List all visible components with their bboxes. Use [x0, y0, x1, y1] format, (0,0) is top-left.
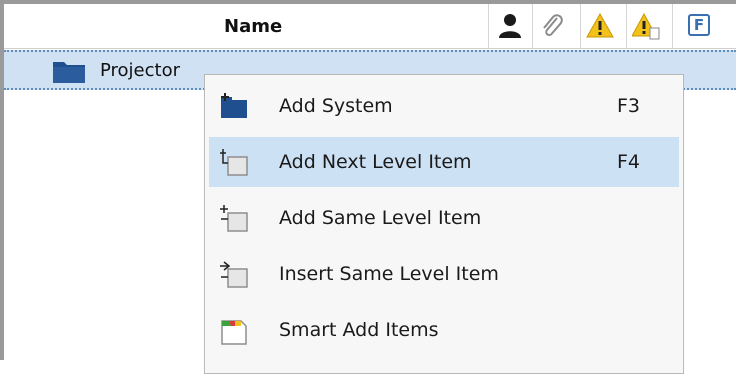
header-divider — [580, 4, 581, 48]
paperclip-icon[interactable] — [538, 12, 566, 40]
context-menu: Add System F3 Add Next Level Item F4 Add… — [204, 74, 684, 374]
menu-item-label: Smart Add Items — [279, 319, 439, 341]
menu-item-label: Add Next Level Item — [279, 151, 472, 173]
menu-item-smart-add-items[interactable]: Smart Add Items — [209, 305, 679, 355]
warning-icon[interactable] — [586, 12, 614, 40]
column-header: Name F — [4, 4, 736, 49]
menu-item-label: Insert Same Level Item — [279, 263, 499, 285]
menu-item-shortcut: F4 — [617, 151, 641, 173]
user-icon[interactable] — [496, 12, 524, 40]
header-divider — [626, 4, 627, 48]
menu-item-insert-same-level-item[interactable]: Insert Same Level Item — [209, 249, 679, 299]
header-divider — [672, 4, 673, 48]
add-same-level-icon — [220, 205, 248, 232]
header-divider — [532, 4, 533, 48]
menu-item-shortcut: F3 — [617, 95, 641, 117]
folder-icon — [53, 62, 85, 83]
smart-add-icon — [221, 320, 247, 345]
warning-document-icon[interactable] — [632, 12, 660, 40]
insert-same-level-icon — [220, 261, 248, 288]
add-system-icon — [221, 93, 247, 118]
menu-item-label: Add Same Level Item — [279, 207, 482, 229]
header-divider — [488, 4, 489, 48]
menu-item-label: Add System — [279, 95, 393, 117]
tree-item-label: Projector — [100, 60, 180, 81]
f-column-button[interactable]: F — [688, 14, 710, 36]
menu-item-add-system[interactable]: Add System F3 — [209, 81, 679, 131]
add-next-level-icon — [220, 149, 248, 176]
menu-item-add-same-level-item[interactable]: Add Same Level Item — [209, 193, 679, 243]
column-name-header[interactable]: Name — [224, 16, 282, 37]
menu-item-add-next-level-item[interactable]: Add Next Level Item F4 — [209, 137, 679, 187]
